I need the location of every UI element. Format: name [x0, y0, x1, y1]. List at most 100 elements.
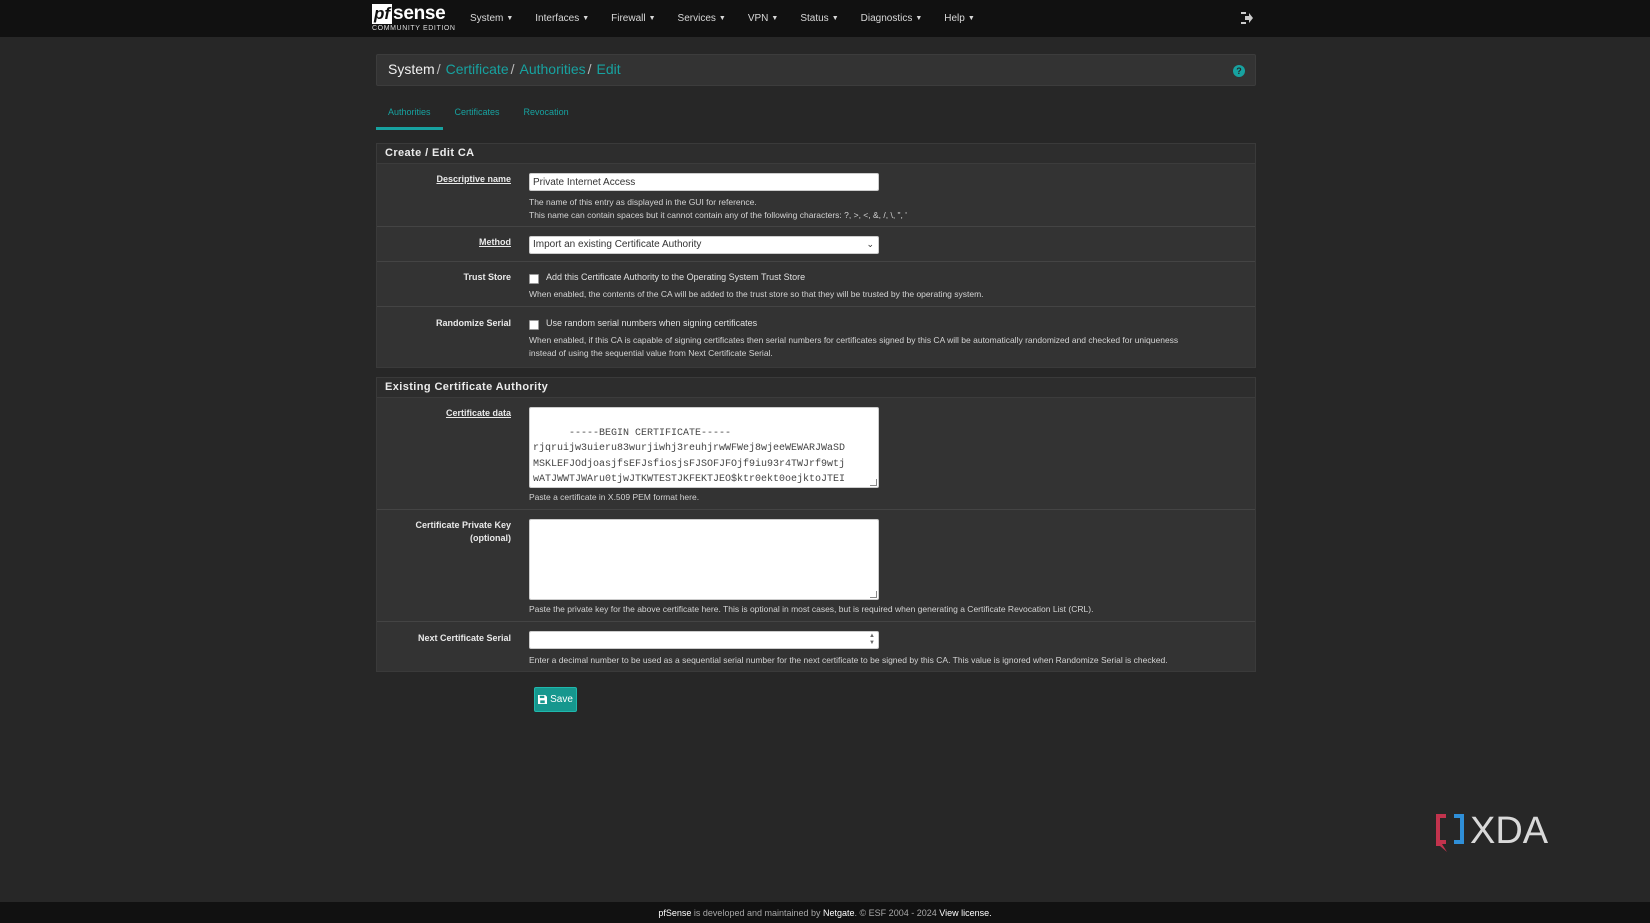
next-serial-label: Next Certificate Serial [417, 633, 511, 643]
top-navbar: pf sense COMMUNITY EDITION System ▼ Interf… [0, 0, 1650, 37]
caret-down-icon: ▼ [506, 15, 514, 22]
nav-system[interactable]: System ▼ [470, 13, 513, 24]
breadcrumb-separator: / [587, 61, 592, 77]
breadcrumb-trail: System / Certificate / Authorities / Edit [388, 61, 621, 77]
certificate-data-help: Paste a certificate in X.509 PEM format … [529, 492, 700, 502]
randomize-serial-help-1: When enabled, if this CA is capable of s… [529, 335, 1179, 345]
main-menu: System ▼ Interfaces ▼ Firewall ▼ Services ▼ … [470, 0, 997, 37]
trust-store-row: Trust Store Add this Certificate Authori… [377, 262, 1255, 307]
descriptive-name-help-2: This name can contain spaces but it cann… [529, 210, 907, 220]
panel-title: Create / Edit CA [377, 144, 1255, 164]
logo-mark: pf [372, 4, 393, 24]
certificate-data-label: Certificate data [445, 408, 511, 418]
nav-help[interactable]: Help ▼ [944, 13, 975, 24]
private-key-label-line-1: Certificate Private Key [415, 520, 511, 530]
tab-certificates[interactable]: Certificates [443, 100, 512, 130]
create-edit-ca-panel: Create / Edit CA Descriptive name The na… [376, 143, 1256, 368]
breadcrumb-authorities-link[interactable]: Authorities [520, 61, 586, 77]
caret-down-icon: ▼ [718, 15, 726, 22]
trust-store-checkbox-label[interactable]: Add this Certificate Authority to the Op… [546, 272, 805, 282]
logo-word: sense [393, 3, 446, 24]
nav-vpn-label: VPN [747, 13, 769, 24]
certificate-data-value: -----BEGIN CERTIFICATE----- rjqruijw3uie… [533, 427, 846, 486]
footer-text-2: . © ESF 2004 - 2024 [854, 908, 940, 918]
next-serial-input[interactable]: ▲ ▼ [529, 631, 879, 649]
pfsense-logo[interactable]: pf sense COMMUNITY EDITION [372, 2, 456, 35]
trust-store-checkbox[interactable] [529, 274, 539, 284]
caret-down-icon: ▼ [582, 15, 590, 22]
caret-down-icon: ▼ [967, 15, 975, 22]
breadcrumb-edit-link[interactable]: Edit [597, 61, 621, 77]
tab-revocation[interactable]: Revocation [512, 100, 581, 130]
nav-firewall[interactable]: Firewall ▼ [611, 13, 655, 24]
footer-text-1: is developed and maintained by [691, 908, 824, 918]
nav-status[interactable]: Status ▼ [800, 13, 838, 24]
randomize-serial-row: Randomize Serial Use random serial numbe… [377, 307, 1255, 367]
caret-down-icon: ▼ [771, 15, 779, 22]
nav-diagnostics-label: Diagnostics [860, 13, 913, 24]
randomize-serial-checkbox[interactable] [529, 320, 539, 330]
breadcrumb: System / Certificate / Authorities / Edit ? [376, 54, 1256, 86]
watermark-text: XDA [1470, 810, 1549, 852]
nav-services-label: Services [677, 13, 716, 24]
footer: pfSense is developed and maintained by N… [0, 902, 1650, 923]
method-select[interactable]: Import an existing Certificate Authority… [529, 236, 879, 254]
nav-vpn[interactable]: VPN ▼ [748, 13, 779, 24]
next-serial-row: Next Certificate Serial ▲ ▼ Enter a decim… [377, 622, 1255, 671]
descriptive-name-row: Descriptive name The name of this entry … [377, 164, 1255, 227]
descriptive-name-label: Descriptive name [436, 174, 511, 184]
logo-subtitle: COMMUNITY EDITION [372, 25, 456, 32]
next-serial-help: Enter a decimal number to be used as a s… [529, 655, 1168, 665]
resize-handle-icon[interactable] [870, 479, 877, 486]
spinner-arrows-icon[interactable]: ▲ ▼ [869, 633, 875, 647]
randomize-serial-checkbox-label[interactable]: Use random serial numbers when signing c… [546, 318, 757, 328]
xda-logo-icon: XDA [1436, 810, 1549, 852]
nav-interfaces-label: Interfaces [535, 13, 580, 24]
descriptive-name-input[interactable] [529, 173, 879, 191]
tab-bar: Authorities Certificates Revocation [376, 100, 581, 130]
method-select-value: Import an existing Certificate Authority [533, 239, 702, 250]
private-key-label-line-2: (optional) [470, 533, 511, 543]
descriptive-name-help-1: The name of this entry as displayed in t… [529, 197, 757, 207]
trust-store-help: When enabled, the contents of the CA wil… [529, 289, 984, 299]
caret-down-icon: ▼ [648, 15, 656, 22]
private-key-help: Paste the private key for the above cert… [529, 604, 1094, 614]
caret-down-icon: ▼ [915, 15, 923, 22]
chevron-down-icon: ⌄ [866, 239, 874, 249]
resize-handle-icon[interactable] [870, 591, 877, 598]
question-circle-icon[interactable]: ? [1233, 65, 1245, 77]
nav-help-label: Help [944, 13, 965, 24]
footer-license-link[interactable]: View license. [939, 908, 991, 918]
randomize-serial-label: Randomize Serial [435, 318, 511, 328]
breadcrumb-separator: / [510, 61, 515, 77]
save-button[interactable]: Save [534, 687, 577, 712]
footer-company-link[interactable]: Netgate [823, 908, 855, 918]
nav-interfaces[interactable]: Interfaces ▼ [535, 13, 589, 24]
save-button-label: Save [550, 694, 573, 705]
method-label: Method [479, 237, 511, 247]
randomize-serial-help-2: instead of using the sequential value fr… [529, 348, 773, 358]
existing-ca-panel: Existing Certificate Authority Certifica… [376, 377, 1256, 672]
nav-diagnostics[interactable]: Diagnostics ▼ [861, 13, 923, 24]
certificate-data-textarea[interactable]: -----BEGIN CERTIFICATE----- rjqruijw3uie… [529, 407, 879, 488]
nav-services[interactable]: Services ▼ [678, 13, 726, 24]
nav-system-label: System [470, 13, 504, 24]
private-key-row: Certificate Private Key (optional) Paste… [377, 510, 1255, 622]
breadcrumb-certificate-link[interactable]: Certificate [446, 61, 509, 77]
floppy-disk-icon [538, 695, 548, 704]
logo-wordmark: pf sense [372, 2, 454, 24]
private-key-label: Certificate Private Key (optional) [415, 519, 511, 545]
breadcrumb-separator: / [436, 61, 441, 77]
caret-down-icon: ▼ [831, 15, 839, 22]
breadcrumb-system: System [388, 61, 435, 77]
trust-store-label: Trust Store [463, 272, 511, 282]
nav-firewall-label: Firewall [611, 13, 646, 24]
method-row: Method Import an existing Certificate Au… [377, 227, 1255, 262]
certificate-data-row: Certificate data -----BEGIN CERTIFICATE-… [377, 398, 1255, 510]
footer-product-link[interactable]: pfSense [658, 908, 691, 918]
panel-title: Existing Certificate Authority [377, 378, 1255, 398]
private-key-textarea[interactable] [529, 519, 879, 600]
sign-out-icon[interactable] [1240, 11, 1254, 25]
tab-authorities[interactable]: Authorities [376, 100, 443, 130]
nav-status-label: Status [800, 13, 829, 24]
